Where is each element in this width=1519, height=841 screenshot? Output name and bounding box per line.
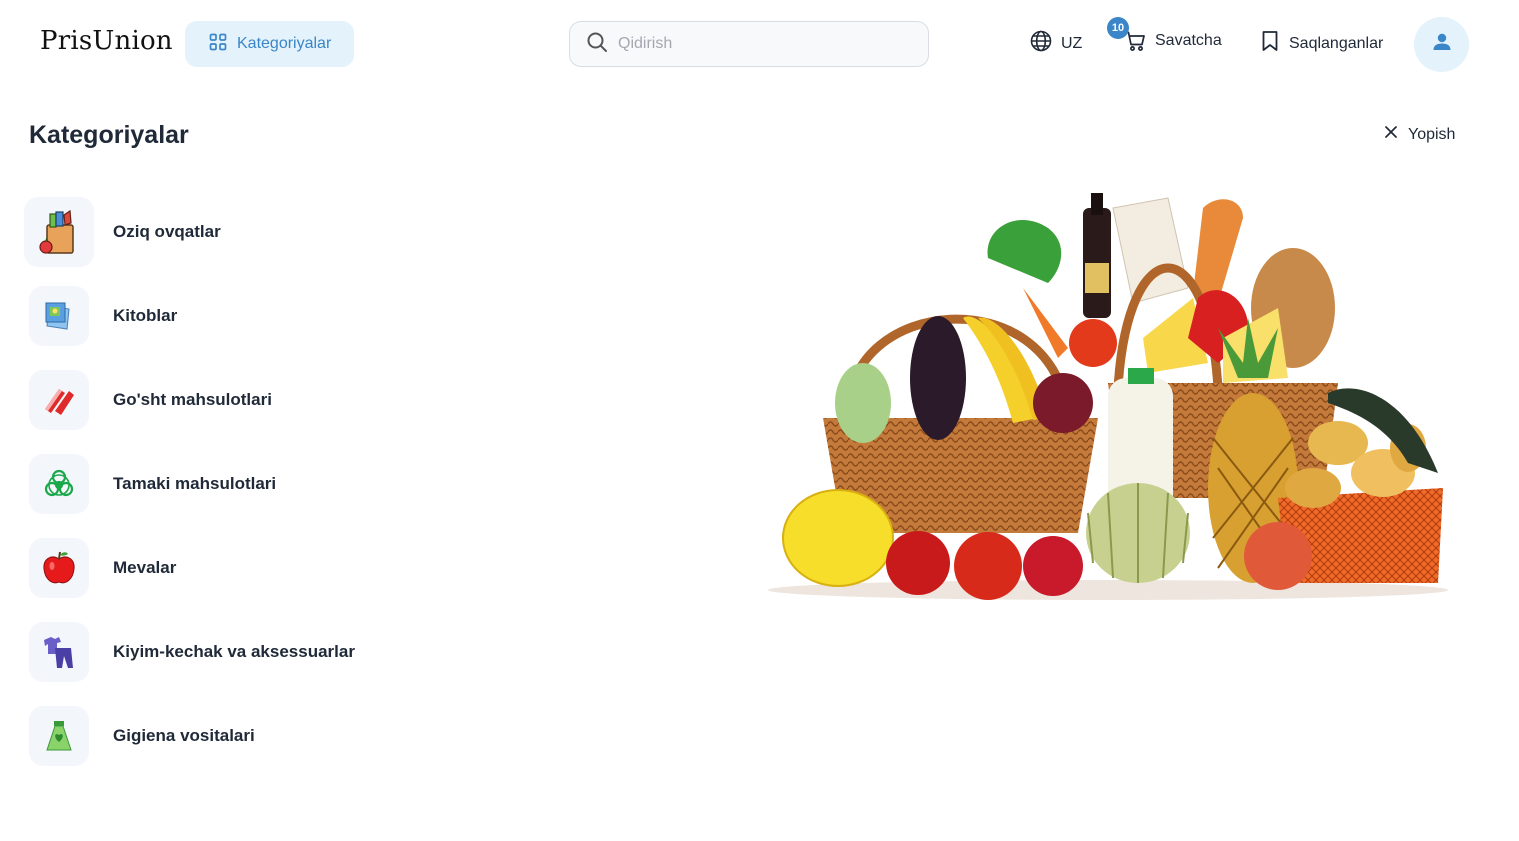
language-selector[interactable]: UZ	[1030, 30, 1082, 57]
category-item-tamaki[interactable]: Tamaki mahsulotlari	[24, 442, 355, 526]
user-avatar-button[interactable]	[1414, 17, 1469, 72]
language-label: UZ	[1061, 34, 1083, 52]
meat-icon	[29, 370, 89, 430]
apple-icon	[29, 538, 89, 598]
user-icon	[1432, 32, 1452, 57]
category-label: Kitoblar	[113, 306, 178, 325]
category-label: Mevalar	[113, 558, 177, 577]
grid-icon	[209, 33, 227, 56]
cart-icon: 10	[1107, 17, 1146, 52]
page-title: Kategoriyalar	[29, 121, 189, 149]
category-label: Gigiena vositalari	[113, 726, 255, 745]
search-bar[interactable]	[569, 21, 929, 67]
category-label: Kiyim-kechak va aksessuarlar	[113, 642, 355, 661]
clothes-icon	[29, 622, 89, 682]
category-item-kitoblar[interactable]: Kitoblar	[24, 274, 355, 358]
hygiene-bottle-icon	[29, 706, 89, 766]
category-item-goshtli[interactable]: Go'sht mahsulotlari	[24, 358, 355, 442]
category-item-kiyim[interactable]: Kiyim-kechak va aksessuarlar	[24, 610, 355, 694]
globe-icon	[1030, 30, 1052, 57]
cart-count-badge: 10	[1107, 17, 1129, 39]
logo[interactable]: PrisUnion	[40, 26, 173, 56]
saved-button[interactable]: Saqlanganlar	[1260, 30, 1383, 57]
category-label: Oziq ovqatlar	[113, 222, 221, 241]
grocery-bag-icon	[24, 197, 94, 267]
biohazard-icon	[29, 454, 89, 514]
categories-button-label: Kategoriyalar	[237, 35, 332, 52]
search-icon	[586, 31, 608, 58]
category-label: Go'sht mahsulotlari	[113, 390, 272, 409]
cart-button[interactable]: 10 Savatcha	[1107, 17, 1222, 52]
search-input[interactable]	[618, 35, 898, 53]
bookmark-icon	[1260, 30, 1280, 57]
category-list: Oziq ovqatlar Kitoblar Go'sht mahsulotla…	[24, 190, 355, 778]
header: PrisUnion Kategoriyalar Qidirish UZ 10 S…	[0, 0, 1519, 88]
close-label: Yopish	[1408, 125, 1456, 143]
category-item-mevalar[interactable]: Mevalar	[24, 526, 355, 610]
cart-label: Savatcha	[1155, 32, 1222, 49]
book-icon	[29, 286, 89, 346]
categories-button[interactable]: Kategoriyalar	[185, 21, 354, 67]
close-icon	[1384, 125, 1398, 144]
saved-label: Saqlanganlar	[1289, 34, 1384, 52]
category-item-gigiena[interactable]: Gigiena vositalari	[24, 694, 355, 778]
close-button[interactable]: Yopish	[1384, 125, 1455, 144]
hero-grocery-basket-image	[748, 188, 1468, 603]
category-item-oziq-ovqatlar[interactable]: Oziq ovqatlar	[24, 190, 355, 274]
category-label: Tamaki mahsulotlari	[113, 474, 277, 493]
